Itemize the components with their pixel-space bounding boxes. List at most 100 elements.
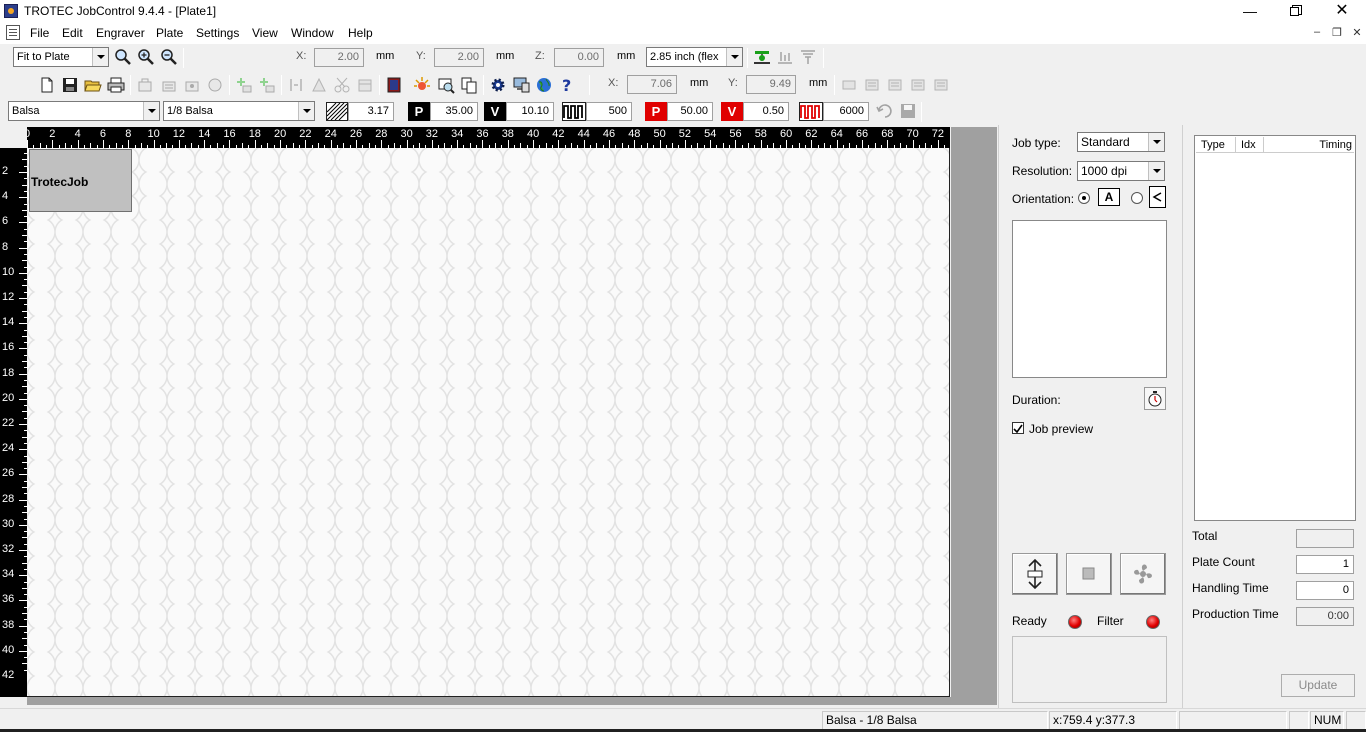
menu-settings[interactable]: Settings: [196, 26, 239, 40]
zoom-icon[interactable]: [114, 48, 132, 66]
app-icon[interactable]: [4, 4, 18, 18]
y-position-field[interactable]: 2.00: [434, 48, 484, 67]
ruler-tick: [482, 140, 484, 148]
job-item[interactable]: TrotecJob: [29, 149, 132, 212]
zoom-in-icon[interactable]: [137, 48, 155, 66]
restore-button[interactable]: [1273, 0, 1319, 22]
distribute-icon[interactable]: [799, 48, 817, 66]
engraving-plate[interactable]: [27, 148, 950, 697]
lens-select[interactable]: 2.85 inch (flex: [646, 47, 743, 67]
tool-icon[interactable]: [356, 76, 374, 94]
arrange-icon[interactable]: [863, 76, 881, 94]
ruler-tick: [608, 140, 610, 148]
close-button[interactable]: ✕: [1319, 0, 1365, 22]
filter-status-led: [1146, 615, 1160, 629]
column-type[interactable]: Type: [1196, 137, 1236, 153]
resolution-select[interactable]: 1000 dpi: [1077, 161, 1165, 181]
x-position-field[interactable]: 2.00: [314, 48, 364, 67]
menu-engraver[interactable]: Engraver: [96, 26, 145, 40]
menu-plate[interactable]: Plate: [156, 26, 183, 40]
minimize-button[interactable]: —: [1227, 0, 1273, 22]
help-icon[interactable]: ?: [558, 76, 576, 94]
job-tool-icon[interactable]: [183, 76, 201, 94]
ruler-tick-label: 32: [2, 543, 15, 555]
engrave-power-field[interactable]: 35.00: [430, 102, 478, 121]
arrange-icon[interactable]: [909, 76, 927, 94]
engrave-ppi-field[interactable]: 500: [586, 102, 632, 121]
preview-icon[interactable]: [437, 76, 455, 94]
cut-power-field[interactable]: 50.00: [667, 102, 713, 121]
mdi-restore-button[interactable]: ❐: [1329, 26, 1345, 39]
engrave-velocity-field[interactable]: 10.10: [506, 102, 554, 121]
cut-velocity-field[interactable]: 0.50: [743, 102, 789, 121]
job-tool-icon[interactable]: [136, 76, 154, 94]
menu-help[interactable]: Help: [348, 26, 373, 40]
zoom-out-icon[interactable]: [160, 48, 178, 66]
handling-time-field[interactable]: 0: [1296, 581, 1354, 600]
add-marker-icon[interactable]: [258, 76, 276, 94]
ruler-tick: [19, 197, 27, 199]
update-button[interactable]: Update: [1281, 674, 1355, 697]
print-icon[interactable]: [107, 76, 125, 94]
ruler-tick-label: 26: [2, 467, 15, 480]
menu-window[interactable]: Window: [291, 26, 334, 40]
ruler-tick-label: 62: [805, 128, 818, 140]
job-preview-checkbox[interactable]: [1012, 422, 1024, 434]
copy-icon[interactable]: [460, 76, 478, 94]
undo-material-icon[interactable]: [876, 102, 894, 120]
computer-icon[interactable]: [512, 76, 530, 94]
tool-icon[interactable]: [287, 76, 305, 94]
ruler-tick-label: 40: [2, 643, 15, 656]
ruler-tick-label: 4: [2, 190, 9, 203]
orientation-landscape-radio[interactable]: [1078, 192, 1090, 204]
menu-file[interactable]: File: [30, 26, 49, 40]
save-material-icon[interactable]: [899, 102, 917, 120]
material-select[interactable]: Balsa: [8, 101, 160, 121]
separator: [747, 48, 748, 68]
ruler-tick: [735, 140, 737, 148]
z-position-field[interactable]: 0.00: [554, 48, 604, 67]
zoom-select[interactable]: Fit to Plate: [13, 47, 109, 67]
exhaust-fan-button[interactable]: [1120, 553, 1166, 595]
globe-icon[interactable]: [535, 76, 553, 94]
ruler-tick-label: 10: [147, 128, 160, 140]
cut-icon[interactable]: [333, 76, 351, 94]
orientation-portrait-radio[interactable]: [1131, 192, 1143, 204]
menu-edit[interactable]: Edit: [62, 26, 83, 40]
document-icon[interactable]: [6, 25, 20, 40]
depth-field[interactable]: 3.17: [348, 102, 394, 121]
job-tool-icon[interactable]: [206, 76, 224, 94]
add-marker-icon[interactable]: [235, 76, 253, 94]
arrange-icon[interactable]: [932, 76, 950, 94]
queue-list[interactable]: Type Idx Timing: [1194, 135, 1356, 521]
column-idx[interactable]: Idx: [1236, 137, 1264, 153]
mdi-minimize-button[interactable]: –: [1309, 26, 1325, 38]
menu-view[interactable]: View: [252, 26, 278, 40]
column-timing[interactable]: Timing: [1264, 137, 1354, 153]
focus-green-icon[interactable]: [753, 48, 771, 66]
job-type-select[interactable]: Standard: [1077, 132, 1165, 152]
job-tool-icon[interactable]: [160, 76, 178, 94]
save-icon[interactable]: [61, 76, 79, 94]
tool-icon[interactable]: [310, 76, 328, 94]
ruler-tick-label: 34: [2, 568, 15, 581]
portrait-icon: [1149, 186, 1166, 208]
focus-button[interactable]: [1012, 553, 1058, 595]
material-db-icon[interactable]: [385, 76, 403, 94]
arrange-icon[interactable]: [886, 76, 904, 94]
ruler-tick-label: 4: [74, 128, 81, 140]
new-file-icon[interactable]: [38, 76, 56, 94]
settings-gear-icon[interactable]: [489, 76, 507, 94]
mdi-close-button[interactable]: ✕: [1349, 26, 1365, 39]
cut-frequency-field[interactable]: 6000: [823, 102, 869, 121]
arrange-icon[interactable]: [840, 76, 858, 94]
laser-effect-icon[interactable]: [413, 76, 431, 94]
open-folder-icon[interactable]: [84, 76, 102, 94]
align-icon[interactable]: [776, 48, 794, 66]
stopwatch-icon[interactable]: [1144, 387, 1166, 410]
plate-count-field[interactable]: 1: [1296, 555, 1354, 574]
ruler-tick: [811, 140, 813, 148]
ruler-tick-label: 50: [653, 128, 666, 140]
thickness-select[interactable]: 1/8 Balsa: [163, 101, 315, 121]
stop-button[interactable]: [1066, 553, 1112, 595]
